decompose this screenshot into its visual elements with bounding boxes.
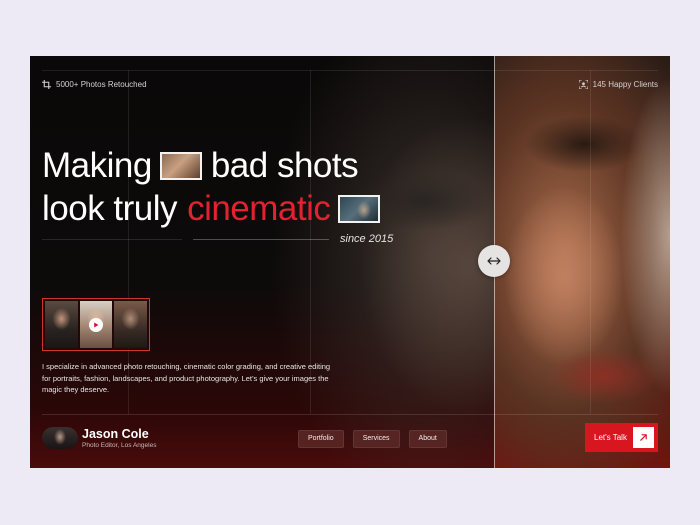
headline-line-1: Making bad shots [42, 144, 389, 187]
portrait-thumbnail-2 [79, 301, 113, 348]
photos-retouched-stat: 5000+ Photos Retouched [42, 80, 147, 89]
tagline-rule-left [42, 239, 182, 240]
hero-frame: 5000+ Photos Retouched 145 Happy Clients… [30, 56, 670, 468]
headline-bad-shots: bad shots [210, 146, 359, 185]
comparison-slider-handle[interactable] [478, 245, 510, 277]
nav-services-button[interactable]: Services [352, 430, 400, 448]
headline: Making bad shots look truly cinematic [42, 144, 389, 230]
edited-photo-half [30, 56, 494, 468]
portrait-thumbnail-1 [45, 301, 78, 348]
happy-clients-label: 145 Happy Clients [592, 80, 658, 89]
face-scan-icon [578, 80, 588, 89]
play-icon[interactable] [89, 317, 103, 332]
lets-talk-button[interactable]: Let's Talk [585, 423, 658, 452]
avatar [42, 427, 78, 449]
tagline-rule [193, 239, 329, 240]
portrait-thumbnail-3 [114, 301, 148, 348]
inline-photo-thumbnail-2 [338, 194, 381, 223]
profile-name: Jason Cole [82, 427, 149, 441]
inline-photo-thumbnail [159, 151, 202, 180]
profile-role: Photo Editor, Los Angeles [82, 442, 157, 449]
showreel-thumbnails[interactable] [42, 298, 150, 351]
crop-icon [42, 80, 51, 89]
tagline-since: since 2015 [340, 233, 394, 245]
headline-accent-cinematic: cinematic [187, 189, 331, 228]
grid-line-v3 [590, 70, 591, 414]
footer-nav: Portfolio Services About [298, 430, 447, 448]
footer-divider [42, 414, 658, 415]
lets-talk-label: Let's Talk [594, 433, 627, 442]
happy-clients-stat: 145 Happy Clients [578, 80, 658, 89]
intro-description: I specialize in advanced photo retouchin… [42, 362, 331, 395]
nav-about-button[interactable]: About [408, 430, 447, 448]
arrow-up-right-icon [633, 427, 654, 448]
headline-word-making: Making [42, 146, 152, 185]
grid-line-top [42, 70, 658, 71]
headline-look-truly: look truly [42, 189, 178, 228]
photos-retouched-label: 5000+ Photos Retouched [56, 80, 147, 89]
horizontal-arrows-icon [487, 252, 501, 270]
original-photo-half [494, 56, 670, 468]
nav-portfolio-button[interactable]: Portfolio [298, 430, 344, 448]
headline-line-2: look truly cinematic [42, 187, 389, 230]
